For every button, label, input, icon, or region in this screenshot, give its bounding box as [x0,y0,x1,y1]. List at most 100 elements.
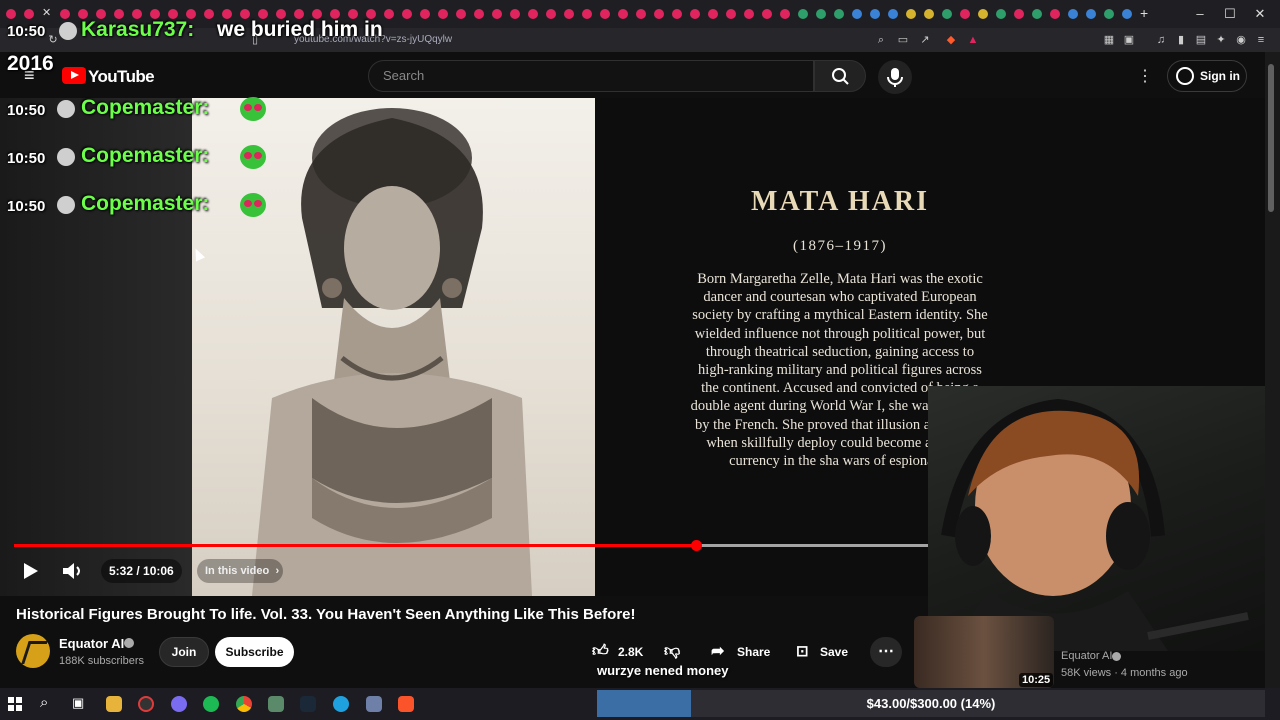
tab-favicon[interactable] [636,9,646,19]
new-tab-icon[interactable]: + [1140,5,1148,21]
sidebar-icon[interactable]: ▮ [1174,33,1188,47]
app-icon[interactable] [366,696,382,712]
zoom-icon[interactable]: ⌕ [874,33,888,47]
tab-favicon[interactable] [456,9,466,19]
verified-icon [1112,652,1121,661]
volume-button[interactable] [60,559,86,583]
brave-shield-icon[interactable]: ◆ [944,33,958,47]
extension-icon[interactable]: ▣ [1122,33,1136,47]
close-window-icon[interactable]: ✕ [1245,4,1275,24]
tab-favicon[interactable] [906,9,916,19]
tab-favicon[interactable] [564,9,574,19]
minimize-icon[interactable]: – [1185,4,1215,24]
tab-favicon[interactable] [744,9,754,19]
tab-favicon[interactable] [852,9,862,19]
tab-favicon[interactable] [528,9,538,19]
sign-in-button[interactable]: Sign in [1167,60,1247,92]
more-actions-button[interactable]: ⋯ [870,637,902,667]
discord-icon[interactable] [171,696,187,712]
tab-favicon[interactable] [438,9,448,19]
tab-favicon[interactable] [1014,9,1024,19]
tab-favicon[interactable] [654,9,664,19]
youtube-wordmark[interactable]: YouTube [88,67,155,87]
chat-line: 10:50 Copemaster: [7,96,297,126]
share-page-icon[interactable]: ↗ [918,33,932,47]
wallet-icon[interactable]: ▤ [1194,33,1208,47]
recommended-meta: 58K views · 4 months ago [1061,667,1188,679]
progress-scrubber-handle[interactable] [690,540,702,551]
maximize-icon[interactable]: ☐ [1215,4,1245,24]
voice-search-button[interactable] [878,60,912,94]
tab-favicon[interactable] [870,9,880,19]
steam-icon[interactable] [300,696,316,712]
tab-favicon[interactable] [690,9,700,19]
tab-favicon[interactable] [1122,9,1132,19]
join-button[interactable]: Join [159,637,209,667]
tab-favicon[interactable] [942,9,952,19]
channel-name[interactable]: Equator AI [59,636,124,651]
search-button[interactable] [814,60,866,92]
tab-favicon[interactable] [474,9,484,19]
tab-favicon[interactable] [888,9,898,19]
app-icon[interactable] [268,696,284,712]
search-input[interactable]: Search [368,60,814,92]
tab-favicon[interactable] [582,9,592,19]
tab-favicon[interactable] [816,9,826,19]
microphone-icon [887,68,903,87]
extension-icon[interactable]: ▦ [1102,33,1116,47]
edge-icon[interactable] [333,696,349,712]
tab-favicon[interactable] [960,9,970,19]
vpn-icon[interactable]: ◉ [1234,33,1248,47]
play-button[interactable] [18,559,42,583]
heart-eyes-emote-icon [240,97,266,121]
tab-favicon[interactable] [1050,9,1060,19]
tab-favicon[interactable] [834,9,844,19]
tab-favicon[interactable] [492,9,502,19]
tab-favicon[interactable] [924,9,934,19]
tab-favicon[interactable] [726,9,736,19]
tab-favicon[interactable] [618,9,628,19]
taskbar-search-icon[interactable]: ⌕ [40,694,48,711]
chrome-icon[interactable] [236,696,252,712]
spotify-icon[interactable] [203,696,219,712]
chat-username: Copemaster: [81,144,210,167]
tab-favicon[interactable] [546,9,556,19]
more-horizontal-icon: ⋯ [878,643,894,660]
subscribe-button[interactable]: Subscribe [215,637,294,667]
tab-favicon[interactable] [1104,9,1114,19]
chat-badge-icon [57,196,75,214]
tab-favicon[interactable] [708,9,718,19]
recommended-channel[interactable]: Equator AI [1061,650,1112,662]
file-explorer-icon[interactable] [106,696,122,712]
chapter-chip[interactable]: In this video › [197,559,284,583]
tab-favicon[interactable] [780,9,790,19]
media-icon[interactable]: ♫ [1154,33,1168,47]
windows-start-icon[interactable] [8,697,22,711]
brave-icon[interactable] [398,696,414,712]
more-options-icon[interactable]: ⋮ [1137,66,1153,86]
channel-avatar[interactable] [16,634,50,668]
cast-icon[interactable]: ▭ [896,33,910,47]
tab-favicon[interactable] [600,9,610,19]
rewards-icon[interactable]: ▲ [966,33,980,47]
tab-favicon[interactable] [510,9,520,19]
play-icon [24,563,38,579]
tab-favicon[interactable] [798,9,808,19]
time-display: 5:32 / 10:06 [101,559,182,583]
heart-eyes-emote-icon [240,145,266,169]
leo-icon[interactable]: ✦ [1214,33,1228,47]
menu-icon[interactable]: ≡ [1254,33,1268,47]
tab-favicon[interactable] [1032,9,1042,19]
account-icon [1176,67,1194,85]
chat-username: Copemaster: [81,96,210,119]
tab-favicon[interactable] [1086,9,1096,19]
tab-favicon[interactable] [1068,9,1078,19]
scrollbar-thumb[interactable] [1268,64,1274,212]
task-view-icon[interactable]: ▣ [72,695,84,711]
tab-favicon[interactable] [978,9,988,19]
tab-favicon[interactable] [672,9,682,19]
tab-favicon[interactable] [996,9,1006,19]
obs-icon[interactable] [138,696,154,712]
tab-favicon[interactable] [762,9,772,19]
save-button[interactable]: ⊡ Save [790,637,856,667]
